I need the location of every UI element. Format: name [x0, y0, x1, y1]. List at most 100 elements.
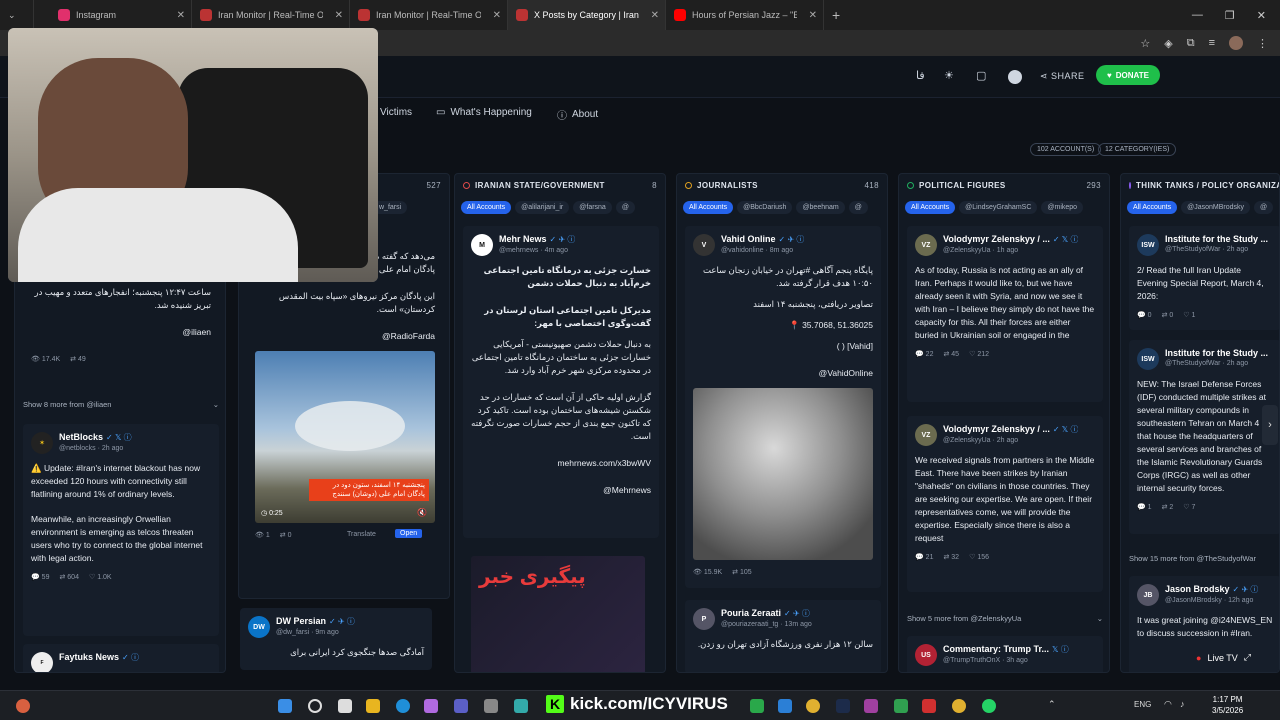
post-stats: 💬 1 ⇄ 2 ♡ 7	[1137, 504, 1196, 511]
live-tv-button[interactable]: ● Live TV ⤢	[1196, 652, 1251, 663]
share-button[interactable]: ⋖ SHARE	[1040, 71, 1085, 82]
post-link[interactable]: mehrnews.com/x3bwWV	[463, 453, 659, 474]
chat-icon[interactable]: ▢	[976, 69, 986, 82]
vscode-icon[interactable]	[778, 699, 792, 713]
post-card[interactable]: US Commentary: Trump Tr... 𝕏 ⓘ @TrumpTrut…	[907, 636, 1103, 672]
show-more-button[interactable]: Show 5 more from @ZelenskyyUa ⌄	[907, 614, 1103, 623]
weather-icon[interactable]	[16, 699, 30, 713]
nav-victims[interactable]: Victims	[380, 107, 412, 118]
book-icon: ▭	[436, 107, 446, 118]
app-icon[interactable]	[864, 699, 878, 713]
shield-icon[interactable]: ◈	[1164, 37, 1172, 50]
language-indicator[interactable]: ENG	[1134, 700, 1151, 709]
translate-button[interactable]: Translate	[347, 531, 376, 538]
post-card[interactable]: P Pouria Zeraati ✓ ✈ ⓘ @pouriazeraati_tg …	[685, 600, 881, 672]
tab-persian-jazz[interactable]: Hours of Persian Jazz – "Emshab" ✕	[666, 0, 824, 30]
verified-icon: ✓ 𝕏 ⓘ	[106, 433, 132, 442]
teams-icon[interactable]	[454, 699, 468, 713]
search-icon[interactable]	[308, 699, 322, 713]
chrome-icon[interactable]	[952, 699, 966, 713]
avatar: P	[693, 608, 715, 630]
post-card[interactable]: می‌دهد که گفته می‌شود ناشی از حمله هوایی…	[247, 246, 443, 596]
close-window-icon[interactable]: ✕	[1257, 9, 1266, 22]
scroll-right-button[interactable]: ›	[1262, 405, 1278, 445]
tab-iran-monitor-2[interactable]: Iran Monitor | Real-Time OSINT ✕	[350, 0, 508, 30]
show-more-button[interactable]: Show 15 more from @TheStudyofWar	[1129, 554, 1279, 563]
post-card[interactable]: ISW Institute for the Study ... @TheStud…	[1129, 340, 1279, 534]
kick-logo-icon: K	[546, 695, 564, 713]
theme-sun-icon[interactable]: ☀	[944, 69, 954, 82]
post-card[interactable]: F Faytuks News ✓ ⓘ	[23, 644, 219, 672]
info-icon: ⓘ	[557, 111, 567, 122]
post-card[interactable]: V Vahid Online ✓ ✈ ⓘ @vahidonline · 8m ag…	[685, 226, 881, 588]
avatar: DW	[248, 616, 270, 638]
app-icon[interactable]	[894, 699, 908, 713]
tab-menu-icon[interactable]: ⌄	[0, 0, 34, 30]
mute-icon[interactable]: 🔇	[417, 508, 427, 517]
playlist-icon[interactable]: ≡	[1209, 37, 1215, 49]
bookmark-star-icon[interactable]: ☆	[1140, 37, 1150, 50]
task-view-icon[interactable]	[338, 699, 352, 713]
browser-tab-bar: ⌄ Instagram ✕ Iran Monitor | Real-Time O…	[0, 0, 1280, 30]
taskbar-clock[interactable]: 1:17 PM 3/5/2026	[1212, 694, 1243, 716]
close-icon[interactable]: ✕	[651, 10, 659, 21]
new-tab-button[interactable]: +	[824, 0, 854, 30]
more-menu-icon[interactable]: ⋮	[1257, 37, 1268, 50]
avatar: ISW	[1137, 348, 1159, 370]
category-dot-icon	[907, 181, 914, 189]
profile-avatar[interactable]	[1229, 36, 1243, 50]
post-image[interactable]: پیگیری خبر	[471, 556, 645, 672]
app-icon[interactable]	[922, 699, 936, 713]
language-toggle[interactable]: فا	[916, 69, 925, 82]
accounts-badge: 102 ACCOUNT(S)	[1030, 143, 1102, 156]
tab-x-posts[interactable]: X Posts by Category | Iran Monitor ✕	[508, 0, 666, 30]
app-icon[interactable]	[750, 699, 764, 713]
post-video[interactable]: پنجشنبه ۱۴ اسفند، ستون دود در پادگان اما…	[255, 351, 435, 523]
extensions-icon[interactable]: ⧉	[1187, 37, 1195, 50]
nav-whats-happening[interactable]: ▭ What's Happening	[436, 107, 532, 118]
youtube-icon	[674, 9, 686, 21]
avatar: ✶	[31, 432, 53, 454]
close-icon[interactable]: ✕	[809, 10, 817, 21]
photoshop-icon[interactable]	[836, 699, 850, 713]
column-iranian-state: IRANIAN STATE/GOVERNMENT 8 All Accounts @…	[454, 173, 666, 673]
wifi-icon[interactable]: ◠	[1164, 699, 1172, 710]
post-stats: 👁 17.4K ⇄ 49	[23, 351, 219, 367]
close-icon[interactable]: ✕	[493, 10, 501, 21]
post-image[interactable]	[693, 388, 873, 560]
post-stats: 👁 1 ⇄ 0 Translate Open	[247, 527, 443, 543]
start-icon[interactable]	[278, 699, 292, 713]
open-button[interactable]: Open	[395, 529, 423, 538]
tray-chevron-icon[interactable]: ⌃	[1048, 699, 1056, 710]
chrome-icon[interactable]	[806, 699, 820, 713]
telegram-icon[interactable]	[1008, 70, 1022, 84]
app-icon[interactable]	[514, 699, 528, 713]
nav-about[interactable]: ⓘ About	[557, 107, 598, 122]
post-card[interactable]: DW DW Persian ✓ ✈ ⓘ @dw_farsi · 9m ago آم…	[240, 608, 432, 670]
post-card[interactable]: ✶ NetBlocks ✓ 𝕏 ⓘ @netblocks · 2h ago ⚠️ …	[23, 424, 219, 636]
donate-button[interactable]: ♥ DONATE	[1096, 65, 1160, 85]
post-card[interactable]: VZ Volodymyr Zelenskyy / ... ✓ 𝕏 ⓘ @Zelen…	[907, 226, 1103, 402]
video-duration: ◷ 0:25	[261, 510, 283, 517]
site-icon	[358, 9, 370, 21]
file-explorer-icon[interactable]	[366, 699, 380, 713]
maximize-icon[interactable]: ❐	[1225, 9, 1235, 22]
app-icon[interactable]	[424, 699, 438, 713]
tab-iran-monitor-1[interactable]: Iran Monitor | Real-Time OSINT ✕	[192, 0, 350, 30]
post-card[interactable]: ساعت ۱۲:۴۷ پنجشنبه؛ انفجارهای متعدد و مه…	[23, 282, 219, 378]
avatar: VZ	[915, 234, 937, 256]
post-card[interactable]: VZ Volodymyr Zelenskyy / ... ✓ 𝕏 ⓘ @Zelen…	[907, 416, 1103, 592]
whatsapp-icon[interactable]	[982, 699, 996, 713]
post-stats: 💬 0 ⇄ 0 ♡ 1	[1137, 312, 1196, 319]
show-more-button[interactable]: Show 8 more from @iliaen ⌄	[23, 400, 219, 409]
categories-badge: 12 CATEGORY(IES)	[1098, 143, 1177, 156]
close-icon[interactable]: ✕	[335, 10, 343, 21]
edge-icon[interactable]	[396, 699, 410, 713]
volume-icon[interactable]: ♪	[1180, 699, 1185, 709]
minimize-icon[interactable]: —	[1192, 9, 1203, 21]
post-card[interactable]: ISW Institute for the Study ... @TheStud…	[1129, 226, 1279, 330]
tab-instagram[interactable]: Instagram ✕	[34, 0, 192, 30]
app-icon[interactable]	[484, 699, 498, 713]
post-card[interactable]: M Mehr News ✓ ✈ ⓘ @mehrnews · 4m ago خسار…	[463, 226, 659, 538]
close-icon[interactable]: ✕	[177, 10, 185, 21]
